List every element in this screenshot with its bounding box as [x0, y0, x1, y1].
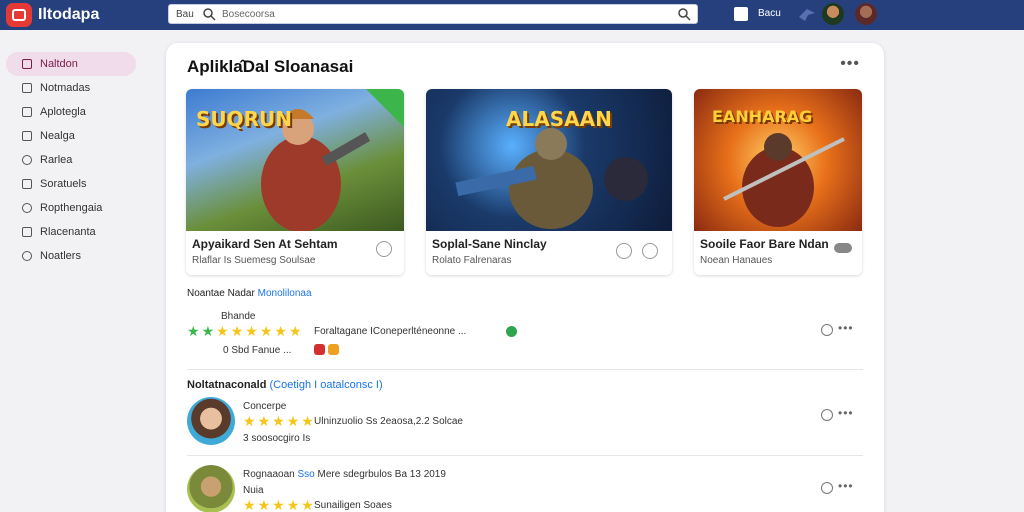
- game-subtitle: Noean Hanaues: [700, 255, 773, 266]
- info-icon[interactable]: [616, 243, 632, 259]
- sidebar-item-3[interactable]: Nealga: [6, 124, 136, 148]
- game-card[interactable]: EANHARAG Sooile Faor Bare Ndan Noean Han…: [694, 89, 862, 275]
- section-label: Noantae Nadar Monolilonaa: [187, 288, 312, 299]
- rating-stars: ★ ★ ★ ★ ★ ★ ★ ★: [187, 323, 302, 339]
- grid-icon: [22, 131, 32, 141]
- section-link[interactable]: Monolilonaa: [258, 288, 312, 299]
- top-bar: Iltodapa Bau Bosecoorsa Bacu: [0, 0, 1024, 30]
- game-logo-text: ALASAAN: [506, 107, 612, 131]
- review-text: Sunailigen Soaes: [314, 500, 392, 511]
- monitor-icon: [22, 179, 32, 189]
- row-heading: Bhande: [221, 311, 256, 322]
- rating-stars: ★ ★ ★ ★ ★: [243, 413, 314, 429]
- info-icon[interactable]: [376, 241, 392, 257]
- page-icon: [22, 107, 32, 117]
- user-name: Concerpe: [243, 401, 287, 412]
- rating-stars: ★ ★ ★ ★ ★: [243, 497, 314, 512]
- section-heading: Noltatnaconald (Coetigh I oatalconsc I): [187, 379, 383, 391]
- avatar[interactable]: [187, 397, 235, 445]
- sidebar-item-label: Soratuels: [40, 178, 87, 190]
- people-icon: [22, 203, 32, 213]
- lock-icon: [22, 59, 32, 69]
- sidebar-item-1[interactable]: Notmadas: [6, 76, 136, 100]
- sidebar-item-5[interactable]: Soratuels: [6, 172, 136, 196]
- sidebar-item-label: Nealga: [40, 130, 75, 142]
- sidebar-item-8[interactable]: Noatlers: [6, 244, 136, 268]
- document-icon: [22, 83, 32, 93]
- game-subtitle: Rolato Falrenaras: [432, 255, 512, 266]
- sidebar-item-label: Noatlers: [40, 250, 81, 262]
- row-text: Foraltagane IConeperlténeonne ...: [314, 326, 467, 337]
- calendar-icon: [22, 227, 32, 237]
- sidebar-item-label: Naltdon: [40, 58, 78, 70]
- game-logo-text: EANHARAG: [712, 107, 813, 126]
- search-submit-icon[interactable]: [677, 7, 691, 21]
- section-link[interactable]: (Coetigh I oatalconsc I): [270, 379, 383, 391]
- sidebar-item-label: Notmadas: [40, 82, 91, 94]
- game-card[interactable]: ALASAAN Soplal-Sane Ninclay Rolato Falre…: [426, 89, 672, 275]
- red-badge-icon: [314, 344, 325, 355]
- sidebar-item-label: Aplotegla: [40, 106, 86, 118]
- top-label[interactable]: Bacu: [758, 8, 781, 19]
- clock-icon[interactable]: [821, 409, 833, 421]
- search-input[interactable]: Bosecoorsa: [222, 9, 677, 20]
- search-bar[interactable]: Bau Bosecoorsa: [168, 4, 698, 24]
- brand-name: Iltodapa: [38, 6, 100, 23]
- sidebar-item-label: Rlacenanta: [40, 226, 96, 238]
- sidebar-item-4[interactable]: Rarlea: [6, 148, 136, 172]
- user-name: Rognaaoan Sso Mere sdegrbulos Ba 13 2019: [243, 469, 446, 480]
- game-subtitle: Rlaflar Is Suemesg Soulsae: [192, 255, 316, 266]
- game-title: Apyaikard Sen At Sehtam: [192, 237, 338, 251]
- app-logo[interactable]: [6, 3, 32, 27]
- profile-avatar[interactable]: [855, 3, 877, 25]
- more-options-icon[interactable]: •••: [838, 406, 854, 420]
- clock-icon[interactable]: [821, 324, 833, 336]
- game-title: Sooile Faor Bare Ndan: [700, 237, 829, 251]
- notification-icon[interactable]: [734, 7, 748, 21]
- more-options-icon[interactable]: •••: [838, 321, 854, 335]
- game-image: ALASAAN: [426, 89, 672, 231]
- settings-icon: [22, 251, 32, 261]
- verified-icon: [506, 326, 517, 337]
- highlight-text: Sso: [297, 469, 315, 480]
- avatar[interactable]: [187, 465, 235, 512]
- more-options-icon[interactable]: •••: [838, 479, 854, 493]
- row-meta: Nuia: [243, 485, 264, 496]
- game-card[interactable]: SUQRUN Apyaikard Sen At Sehtam Rlaflar I…: [186, 89, 404, 275]
- divider: [187, 369, 863, 370]
- bird-icon[interactable]: [796, 3, 818, 25]
- main-panel: Apliklа̂Dal Sloanasai ••• SUQRUN Apyaika…: [166, 43, 884, 512]
- page-title: Apliklа̂Dal Sloanasai: [187, 57, 354, 76]
- game-logo-text: SUQRUN: [196, 107, 293, 131]
- game-image: SUQRUN: [186, 89, 404, 231]
- search-icon: [203, 8, 216, 21]
- game-image: EANHARAG: [694, 89, 862, 231]
- sidebar-item-2[interactable]: Aplotegla: [6, 100, 136, 124]
- user-avatar[interactable]: [822, 3, 844, 25]
- toggle-icon[interactable]: [834, 243, 852, 253]
- tag-icon: [22, 155, 32, 165]
- search-scope[interactable]: Bau: [176, 9, 198, 20]
- sidebar-item-label: Ropthengaia: [40, 202, 103, 214]
- orange-badge-icon: [328, 344, 339, 355]
- sidebar: Naltdon Notmadas Aplotegla Nealga Rarlea…: [0, 50, 140, 268]
- more-options-icon[interactable]: •••: [840, 55, 860, 73]
- share-icon[interactable]: [642, 243, 658, 259]
- sidebar-item-6[interactable]: Ropthengaia: [6, 196, 136, 220]
- sidebar-item-7[interactable]: Rlacenanta: [6, 220, 136, 244]
- sidebar-item-label: Rarlea: [40, 154, 73, 166]
- row-meta: 0 Sbd Fanue ...: [223, 345, 292, 356]
- clock-icon[interactable]: [821, 482, 833, 494]
- sidebar-item-0[interactable]: Naltdon: [6, 52, 136, 76]
- divider: [187, 455, 863, 456]
- row-meta: 3 soosocgiro Is: [243, 433, 311, 444]
- review-text: Ulninzuolio Ss 2eaosa,2.2 Solcae: [314, 416, 463, 427]
